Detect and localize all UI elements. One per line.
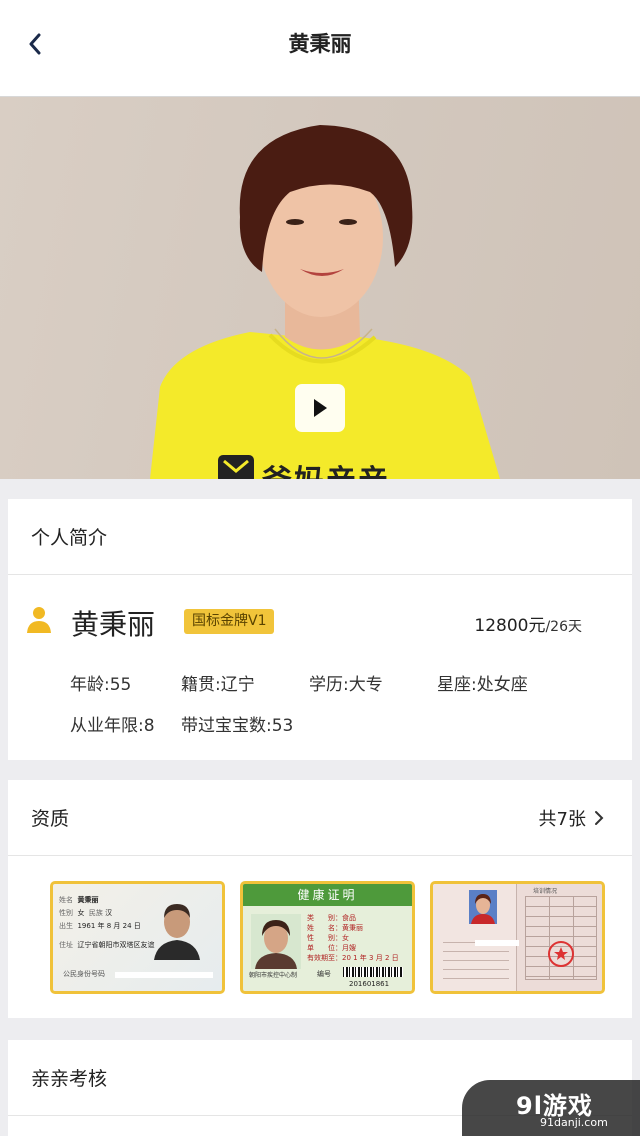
health-row-category: 类 别：食品 <box>307 914 356 922</box>
play-icon <box>314 399 327 417</box>
qualification-header[interactable]: 资质 共7张 <box>8 780 632 856</box>
book-stamp <box>548 941 574 967</box>
id-ethnic: 汉 <box>105 909 113 917</box>
babies-field: 带过宝宝数:53 <box>181 716 294 736</box>
price-amount: 12800元 <box>474 616 546 636</box>
id-number-label: 公民身份号码 <box>63 970 105 978</box>
health-row-expiry: 有效期至：20 1 年 3 月 2 日 <box>307 954 399 962</box>
qualification-count: 共7张 <box>538 808 586 830</box>
years-field: 从业年限:8 <box>70 716 155 736</box>
id-number-redacted <box>115 972 213 978</box>
book-header: 培训情况 <box>533 888 558 895</box>
health-certificate-thumbnail[interactable]: 健康证明 类 别：食品 姓 名：黄秉丽 性 别：女 单 位：月嫂 有效期至：20… <box>240 881 415 994</box>
id-card-thumbnail[interactable]: 姓名 黄秉丽 性别 女 民族 汉 出生 1961 年 8 月 24 日 住址 辽… <box>50 881 225 994</box>
caregiver-name: 黄秉丽 <box>71 608 156 641</box>
health-photo <box>251 914 301 969</box>
certificate-list: 姓名 黄秉丽 性别 女 民族 汉 出生 1961 年 8 月 24 日 住址 辽… <box>8 856 632 1018</box>
price: 12800元/26天 <box>474 611 582 636</box>
health-number: 201601861 <box>349 980 390 988</box>
id-addr: 辽宁省朝阳市双塔区友谊 <box>77 941 155 949</box>
price-unit: /26天 <box>545 619 582 635</box>
id-addr-label: 住址 <box>59 941 73 949</box>
health-number-label: 编号 <box>317 970 331 978</box>
health-barcode <box>343 967 403 977</box>
hometown-field: 籍贯:辽宁 <box>181 675 255 695</box>
qualification-card: 资质 共7张 姓名 黄秉丽 性别 女 民族 汉 出生 1961 年 8 月 24… <box>8 780 632 1018</box>
intro-header: 个人简介 <box>8 499 632 575</box>
id-sex: 女 <box>77 909 85 917</box>
id-birth: 1961 年 8 月 24 日 <box>77 922 141 930</box>
level-badge: 国标金牌V1 <box>184 609 275 634</box>
book-photo <box>469 890 497 924</box>
book-redaction <box>475 940 519 946</box>
review-header-label: 亲亲考核 <box>31 1068 108 1090</box>
intro-video[interactable]: 爸妈亲亲 <box>0 97 640 479</box>
qualification-header-label: 资质 <box>31 808 70 830</box>
health-row-name: 姓 名：黄秉丽 <box>307 924 363 932</box>
zodiac-field: 星座:处女座 <box>437 675 528 695</box>
id-ethnic-label: 民族 <box>88 909 103 917</box>
watermark-site: 91danji.com <box>540 1116 608 1129</box>
intro-header-label: 个人简介 <box>31 527 108 549</box>
play-button[interactable] <box>295 384 345 432</box>
health-title: 健康证明 <box>243 884 412 906</box>
qualification-count-link[interactable]: 共7张 <box>539 805 604 831</box>
id-sex-label: 性别 <box>59 909 73 917</box>
health-row-unit: 单 位：月嫂 <box>307 944 356 952</box>
shirt-print-text: 爸妈亲亲 <box>262 456 390 479</box>
id-name: 黄秉丽 <box>77 896 99 904</box>
id-birth-label: 出生 <box>59 922 73 930</box>
person-icon <box>27 607 51 633</box>
education-field: 学历:大专 <box>309 675 383 695</box>
age-field: 年龄:55 <box>70 675 132 695</box>
site-watermark: 9l游戏 91danji.com <box>462 1080 640 1136</box>
nav-bar: 黄秉丽 <box>0 0 640 97</box>
chevron-right-icon <box>595 810 604 825</box>
health-row-sex: 性 别：女 <box>307 934 349 942</box>
intro-card: 个人简介 黄秉丽 国标金牌V1 12800元/26天 年龄:55 籍贯:辽宁 学… <box>8 499 632 760</box>
page-title: 黄秉丽 <box>288 32 352 56</box>
health-issuer: 朝阳市疾控中心制 <box>249 972 298 979</box>
training-book-thumbnail[interactable]: 培训情况 <box>430 881 605 994</box>
id-name-label: 姓名 <box>59 896 73 904</box>
id-photo <box>154 904 200 960</box>
health-info-rows: 类 别：食品 姓 名：黄秉丽 性 别：女 单 位：月嫂 有效期至：20 1 年 … <box>307 913 399 963</box>
profile-summary: 黄秉丽 国标金牌V1 12800元/26天 年龄:55 籍贯:辽宁 学历:大专 … <box>8 575 632 759</box>
